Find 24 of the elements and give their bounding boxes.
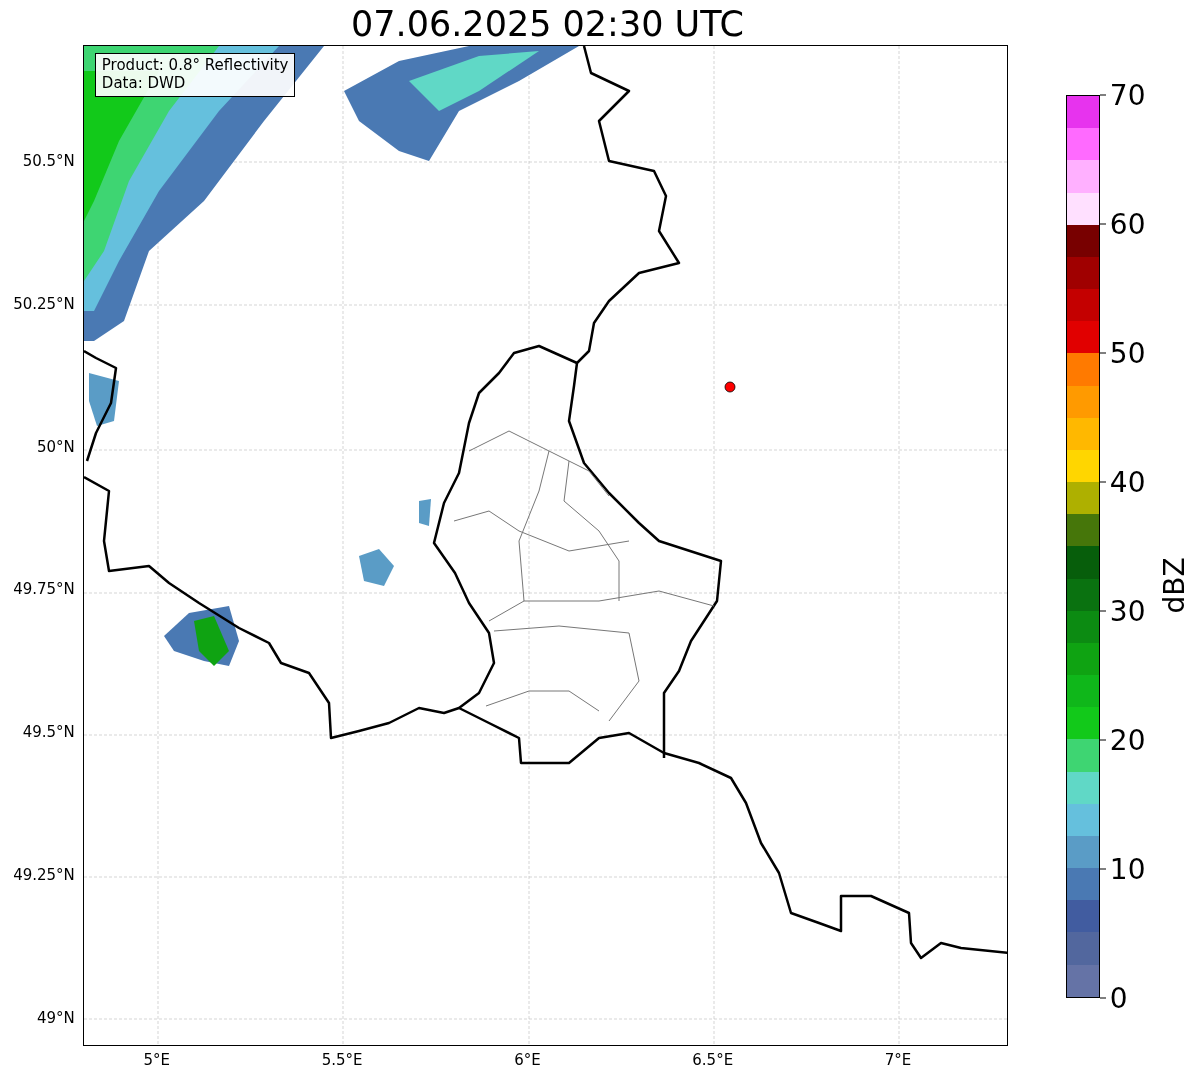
colorbar-tick-label: 20: [1109, 723, 1146, 757]
latitude-label: 49.5°N: [22, 723, 75, 742]
latitude-label: 50.25°N: [13, 294, 75, 313]
longitude-label: 5°E: [143, 1051, 171, 1069]
colorbar-tick-label: 60: [1109, 207, 1146, 241]
colorbar-tick-label: 0: [1109, 981, 1128, 1015]
colorbar-tick-label: 30: [1109, 594, 1146, 628]
longitude-label: 6°E: [514, 1051, 541, 1069]
colorbar-tick-label: 70: [1109, 78, 1146, 112]
latitude-label: 49.25°N: [13, 866, 75, 884]
chart-title: 07.06.2025 02:30 UTC: [351, 3, 744, 42]
legend-text: Product: 0.8° Reflectivity: [101, 56, 289, 74]
latitude-label: 49°N: [37, 1008, 75, 1027]
colorbar-tick-label: 10: [1109, 852, 1146, 886]
colorbar-label: dBZ: [1157, 557, 1191, 614]
latitude-label: 50°N: [37, 437, 75, 456]
legend-text: Data: DWD: [101, 74, 187, 92]
colorbar-tick-label: 50: [1109, 336, 1146, 370]
latitude-label: 49.75°N: [13, 580, 75, 599]
longitude-label: 6.5°E: [692, 1051, 734, 1069]
longitude-label: 7°E: [884, 1051, 912, 1069]
longitude-label: 5.5°E: [321, 1051, 363, 1069]
latitude-label: 50.5°N: [22, 152, 75, 170]
colorbar-tick-label: 40: [1109, 465, 1146, 499]
